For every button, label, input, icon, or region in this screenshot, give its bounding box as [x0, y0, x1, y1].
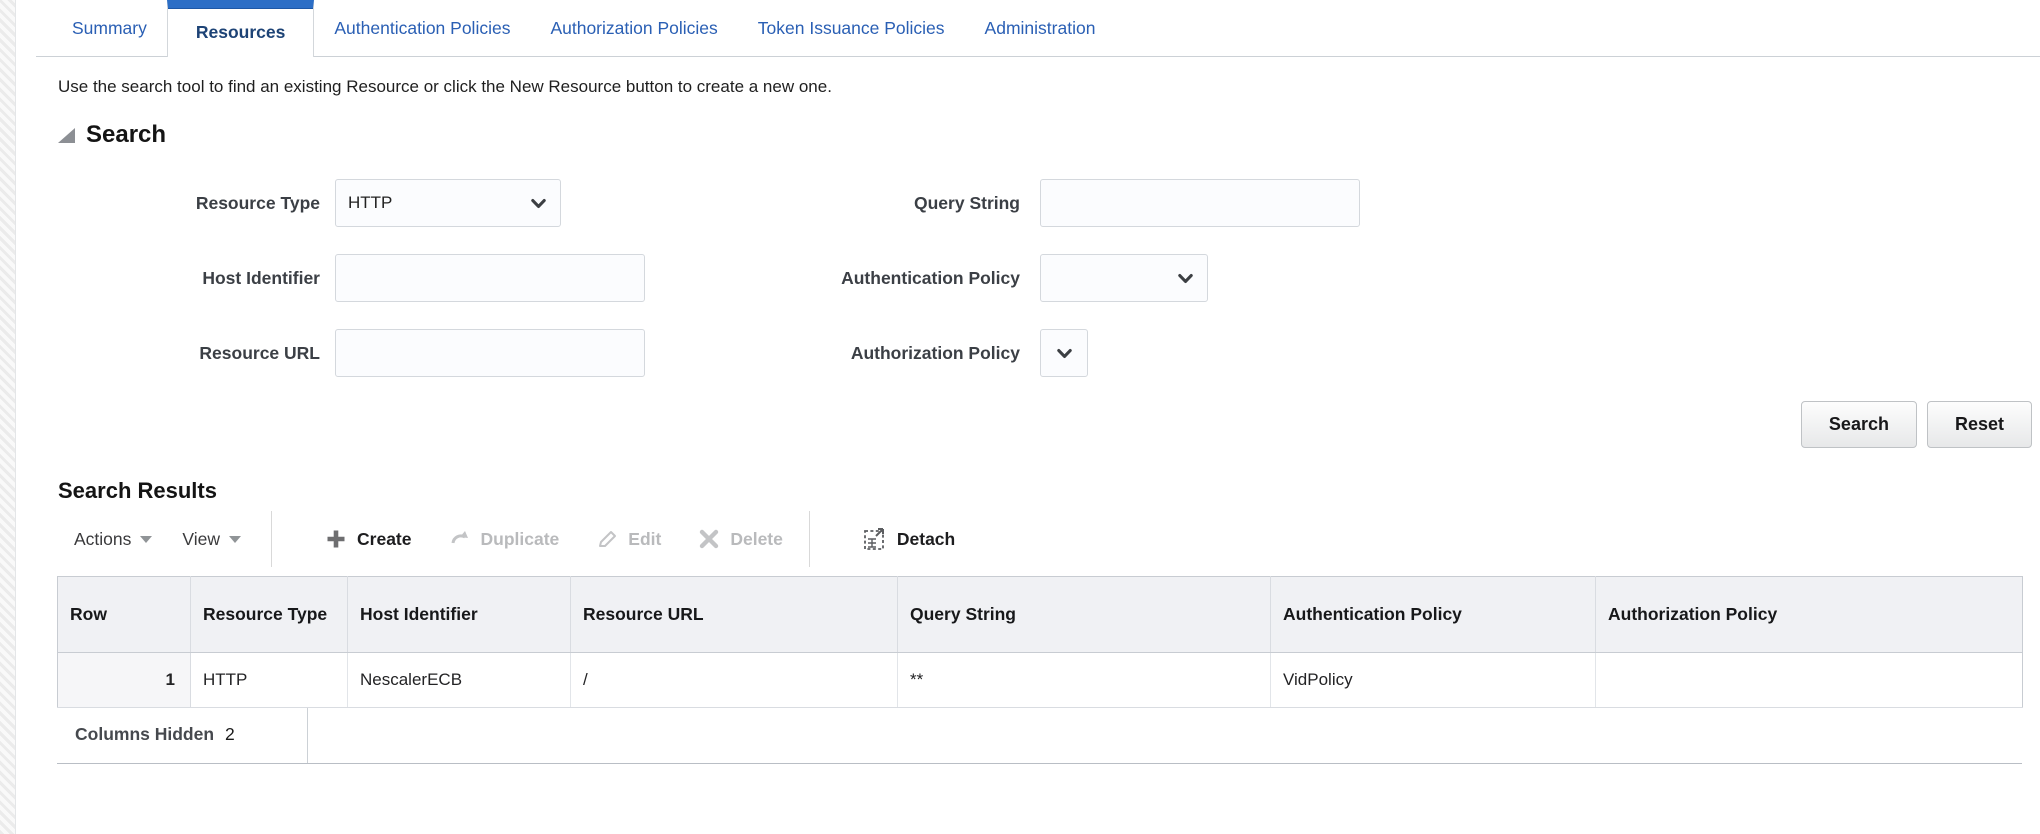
toolbar-separator — [271, 511, 272, 567]
columns-hidden-status: Columns Hidden 2 — [57, 708, 308, 763]
table-row[interactable]: 1 HTTP NescalerECB / ** VidPolicy — [58, 653, 2023, 708]
duplicate-button: Duplicate — [448, 527, 560, 551]
tab-administration[interactable]: Administration — [965, 0, 1116, 56]
tab-resources[interactable]: Resources — [167, 0, 315, 57]
cell-resource-type: HTTP — [191, 653, 348, 708]
results-toolbar: Actions View Create Duplicate Edit Delet… — [36, 510, 2040, 568]
toolbar-separator — [809, 511, 810, 567]
edit-button: Edit — [595, 527, 661, 551]
search-form: Resource Type HTTP Query String Host Ide… — [36, 179, 2040, 377]
detach-button[interactable]: Detach — [862, 526, 955, 552]
columns-hidden-count: 2 — [225, 724, 235, 745]
actions-menu[interactable]: Actions — [74, 529, 152, 550]
resource-type-label: Resource Type — [36, 193, 320, 214]
column-header-resource-type[interactable]: Resource Type — [191, 577, 348, 653]
duplicate-icon — [448, 527, 472, 551]
search-results-title: Search Results — [58, 478, 2040, 504]
tab-token-issuance-policies[interactable]: Token Issuance Policies — [738, 0, 965, 56]
column-header-authorization-policy[interactable]: Authorization Policy — [1596, 577, 2023, 653]
cell-query-string: ** — [898, 653, 1271, 708]
cell-authorization-policy — [1596, 653, 2023, 708]
cell-authentication-policy: VidPolicy — [1271, 653, 1596, 708]
tab-authentication-policies[interactable]: Authentication Policies — [314, 0, 530, 56]
column-header-authentication-policy[interactable]: Authentication Policy — [1271, 577, 1596, 653]
search-section-title: Search — [86, 121, 166, 149]
duplicate-button-label: Duplicate — [481, 529, 560, 550]
delete-button-label: Delete — [730, 529, 783, 550]
edit-button-label: Edit — [628, 529, 661, 550]
tab-authorization-policies[interactable]: Authorization Policies — [530, 0, 737, 56]
chevron-down-icon — [529, 194, 548, 213]
menu-arrow-icon — [229, 536, 241, 543]
authorization-policy-select[interactable] — [1040, 329, 1088, 377]
query-string-label: Query String — [720, 193, 1020, 214]
host-identifier-label: Host Identifier — [36, 268, 320, 289]
create-button-label: Create — [357, 529, 411, 550]
main-content: Summary Resources Authentication Policie… — [36, 0, 2040, 764]
menu-arrow-icon — [140, 536, 152, 543]
chevron-down-icon — [1176, 269, 1195, 288]
tab-authentication-policies-label: Authentication Policies — [334, 18, 510, 39]
cell-resource-url: / — [571, 653, 898, 708]
search-section-header: Search — [58, 121, 2040, 149]
search-button-row: Search Reset — [36, 401, 2032, 448]
page-instruction: Use the search tool to find an existing … — [58, 77, 2040, 97]
detach-icon — [862, 526, 888, 552]
authentication-policy-select[interactable] — [1040, 254, 1208, 302]
actions-menu-label: Actions — [74, 529, 131, 550]
pencil-icon — [595, 527, 619, 551]
results-footer: Columns Hidden 2 — [57, 708, 2022, 764]
column-header-row[interactable]: Row — [58, 577, 191, 653]
page-edge-decoration — [0, 0, 16, 834]
table-header-row: Row Resource Type Host Identifier Resour… — [58, 577, 2023, 653]
tab-summary-label: Summary — [72, 18, 147, 39]
resource-type-value: HTTP — [348, 193, 392, 213]
reset-button[interactable]: Reset — [1927, 401, 2032, 448]
column-header-query-string[interactable]: Query String — [898, 577, 1271, 653]
delete-button: Delete — [697, 527, 783, 551]
columns-hidden-label: Columns Hidden — [75, 724, 214, 745]
create-button[interactable]: Create — [324, 527, 411, 551]
host-identifier-input[interactable] — [335, 254, 645, 302]
cell-row-number: 1 — [58, 653, 191, 708]
authentication-policy-label: Authentication Policy — [720, 268, 1020, 289]
detach-button-label: Detach — [897, 529, 955, 550]
tab-token-issuance-policies-label: Token Issuance Policies — [758, 18, 945, 39]
tab-administration-label: Administration — [985, 18, 1096, 39]
authorization-policy-label: Authorization Policy — [720, 343, 1020, 364]
chevron-down-icon — [1055, 344, 1074, 363]
x-icon — [697, 527, 721, 551]
results-table: Row Resource Type Host Identifier Resour… — [57, 576, 2023, 708]
resource-type-select[interactable]: HTTP — [335, 179, 561, 227]
column-header-host-identifier[interactable]: Host Identifier — [348, 577, 571, 653]
tab-summary[interactable]: Summary — [52, 0, 167, 56]
tab-bar: Summary Resources Authentication Policie… — [36, 0, 2040, 57]
cell-host-identifier: NescalerECB — [348, 653, 571, 708]
view-menu[interactable]: View — [182, 529, 241, 550]
view-menu-label: View — [182, 529, 220, 550]
tab-authorization-policies-label: Authorization Policies — [550, 18, 717, 39]
resource-url-label: Resource URL — [36, 343, 320, 364]
resource-url-input[interactable] — [335, 329, 645, 377]
search-button[interactable]: Search — [1801, 401, 1917, 448]
query-string-input[interactable] — [1040, 179, 1360, 227]
collapse-triangle-icon[interactable] — [58, 128, 75, 143]
plus-icon — [324, 527, 348, 551]
column-header-resource-url[interactable]: Resource URL — [571, 577, 898, 653]
tab-resources-label: Resources — [196, 22, 286, 43]
